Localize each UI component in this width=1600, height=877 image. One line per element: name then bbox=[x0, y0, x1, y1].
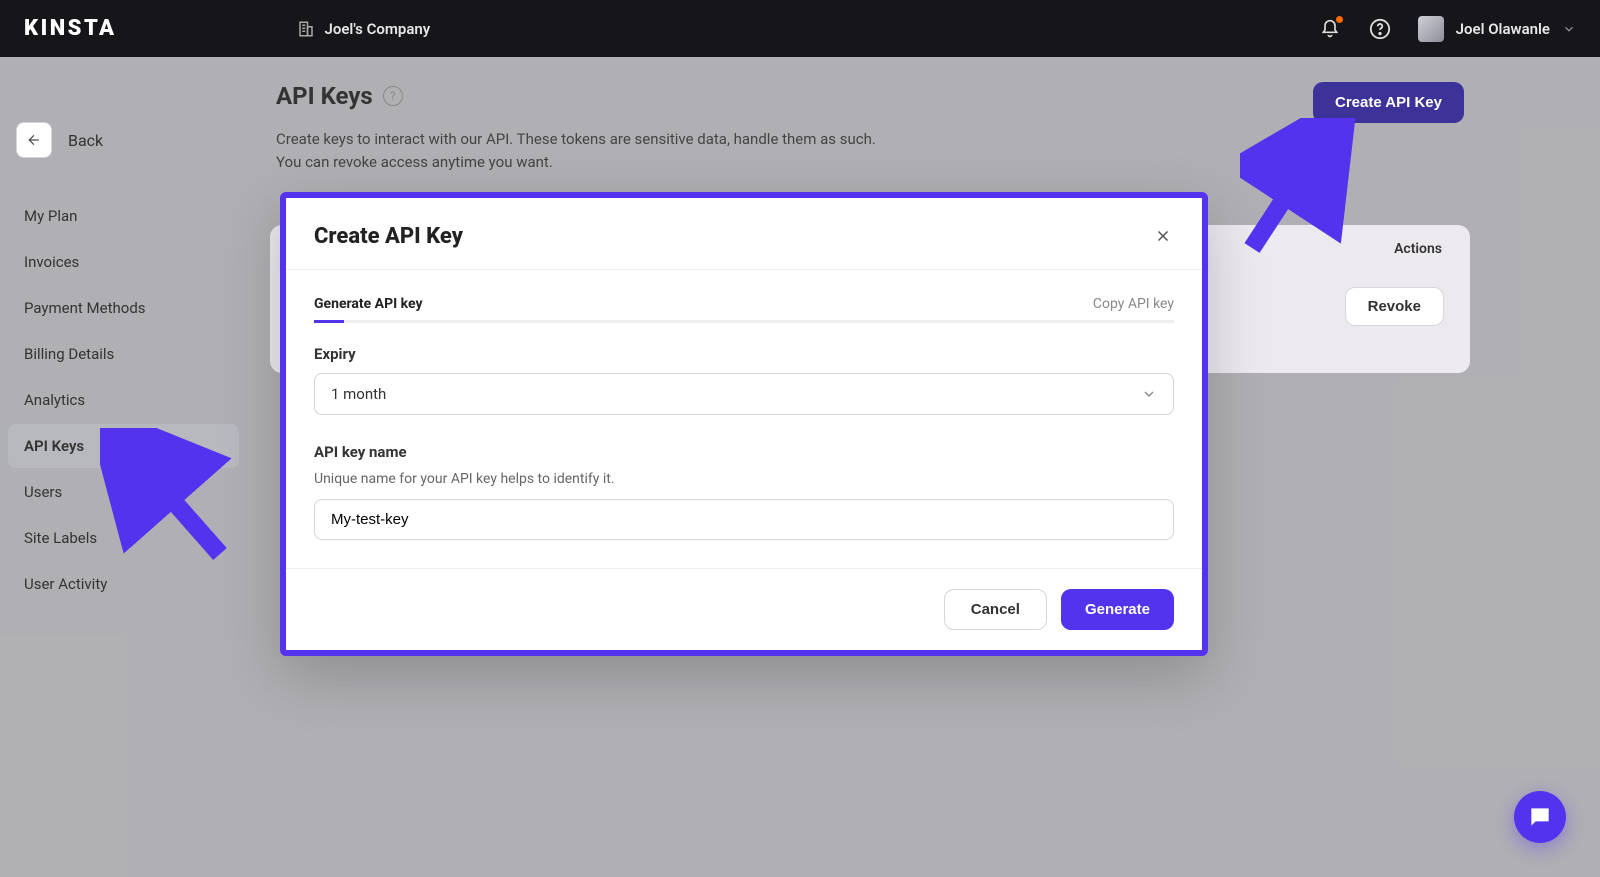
sidebar-item-my-plan[interactable]: My Plan bbox=[8, 194, 239, 238]
sidebar-item-api-keys[interactable]: API Keys bbox=[8, 424, 239, 468]
topbar-right: Joel Olawanle bbox=[1318, 16, 1576, 42]
notifications-button[interactable] bbox=[1318, 17, 1342, 41]
chevron-down-icon bbox=[1141, 386, 1157, 402]
modal-close-button[interactable] bbox=[1154, 227, 1174, 247]
sidebar-item-payment-methods[interactable]: Payment Methods bbox=[8, 286, 239, 330]
notification-dot bbox=[1336, 16, 1343, 23]
company-name: Joel's Company bbox=[325, 20, 431, 38]
topbar: KINSTA Joel's Company Joel Olawanle bbox=[0, 0, 1600, 57]
user-menu[interactable]: Joel Olawanle bbox=[1418, 16, 1576, 42]
modal-progress bbox=[314, 320, 1174, 323]
help-button[interactable] bbox=[1368, 17, 1392, 41]
page-title-help-icon[interactable]: ? bbox=[383, 86, 403, 106]
sidebar-item-invoices[interactable]: Invoices bbox=[8, 240, 239, 284]
user-name: Joel Olawanle bbox=[1456, 20, 1550, 38]
generate-button[interactable]: Generate bbox=[1061, 589, 1174, 630]
page-description-line2: You can revoke access anytime you want. bbox=[276, 151, 876, 174]
modal-step-copy: Copy API key bbox=[1093, 296, 1174, 312]
back-button[interactable]: Back bbox=[16, 122, 239, 158]
brand-logo: KINSTA bbox=[24, 16, 117, 41]
avatar bbox=[1418, 16, 1444, 42]
building-icon bbox=[297, 20, 315, 38]
page-description-line1: Create keys to interact with our API. Th… bbox=[276, 128, 876, 151]
modal-title: Create API Key bbox=[314, 224, 463, 249]
create-api-key-button[interactable]: Create API Key bbox=[1313, 82, 1464, 123]
cancel-button[interactable]: Cancel bbox=[944, 589, 1047, 630]
expiry-value: 1 month bbox=[331, 385, 386, 403]
api-key-name-input[interactable] bbox=[314, 499, 1174, 540]
chat-launcher[interactable] bbox=[1514, 791, 1566, 843]
api-key-name-hint: Unique name for your API key helps to id… bbox=[314, 471, 1174, 487]
arrow-left-icon bbox=[16, 122, 52, 158]
create-api-key-modal: Create API Key Generate API key Copy API… bbox=[280, 192, 1208, 656]
company-switcher[interactable]: Joel's Company bbox=[297, 20, 431, 38]
expiry-label: Expiry bbox=[314, 345, 1174, 363]
sidebar-item-users[interactable]: Users bbox=[8, 470, 239, 514]
expiry-select[interactable]: 1 month bbox=[314, 373, 1174, 415]
sidebar-item-site-labels[interactable]: Site Labels bbox=[8, 516, 239, 560]
table-header-actions: Actions bbox=[1394, 241, 1442, 257]
sidebar-item-analytics[interactable]: Analytics bbox=[8, 378, 239, 422]
modal-step-generate: Generate API key bbox=[314, 296, 423, 312]
chevron-down-icon bbox=[1562, 22, 1576, 36]
sidebar-item-user-activity[interactable]: User Activity bbox=[8, 562, 239, 606]
back-label: Back bbox=[68, 131, 103, 150]
api-key-name-label: API key name bbox=[314, 443, 1174, 461]
page-title: API Keys bbox=[276, 82, 373, 110]
sidebar: Back My Plan Invoices Payment Methods Bi… bbox=[0, 57, 247, 608]
revoke-button[interactable]: Revoke bbox=[1345, 287, 1444, 326]
sidebar-item-billing-details[interactable]: Billing Details bbox=[8, 332, 239, 376]
